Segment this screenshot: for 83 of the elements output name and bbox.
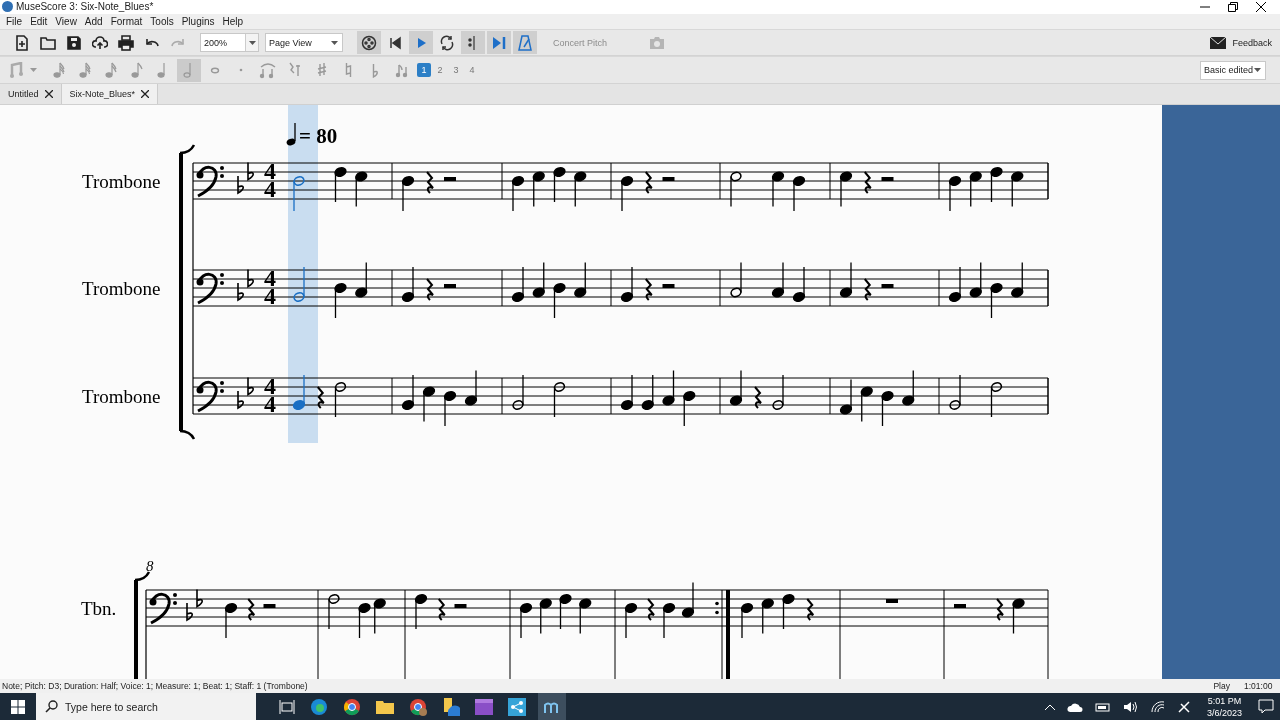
note-icon bbox=[130, 61, 144, 80]
tab-label[interactable]: Untitled bbox=[8, 88, 39, 99]
clock-time[interactable]: 5:01 PM bbox=[1207, 694, 1242, 707]
status-time: 1:01:00 bbox=[1244, 680, 1274, 691]
score-tab[interactable]: Untitled bbox=[0, 84, 61, 104]
browser-icon[interactable] bbox=[310, 697, 328, 716]
loop-icon bbox=[439, 34, 455, 51]
feedback-button[interactable]: Feedback bbox=[1232, 37, 1272, 48]
instrument-name: Trombone bbox=[82, 277, 161, 299]
save-icon bbox=[66, 34, 82, 51]
menu-item[interactable]: Format bbox=[110, 15, 143, 27]
natural-icon bbox=[345, 62, 352, 79]
share-app-icon[interactable] bbox=[508, 697, 526, 716]
menu-item[interactable]: View bbox=[55, 15, 77, 27]
menu-item[interactable]: Help bbox=[222, 15, 244, 27]
rewind-icon bbox=[387, 34, 403, 51]
mixer-button[interactable] bbox=[357, 31, 381, 55]
task-view-icon[interactable] bbox=[279, 699, 295, 714]
menu-item[interactable]: File bbox=[6, 15, 23, 27]
tempo-note-icon bbox=[286, 121, 296, 145]
tab-label[interactable]: Six-Note_Blues* bbox=[69, 88, 136, 99]
speaker-icon[interactable] bbox=[1122, 700, 1139, 713]
browser-icon[interactable] bbox=[409, 697, 427, 716]
print-icon bbox=[118, 34, 134, 51]
repeats-icon bbox=[491, 34, 507, 51]
caret-icon bbox=[331, 40, 338, 45]
view-mode-combo[interactable]: Page View bbox=[265, 33, 343, 53]
notification-icon[interactable] bbox=[1258, 699, 1274, 714]
clock-date[interactable]: 3/6/2023 bbox=[1206, 706, 1242, 719]
upload-icon bbox=[92, 34, 108, 51]
close-icon[interactable] bbox=[44, 89, 53, 98]
note-icon bbox=[104, 61, 118, 80]
new-icon bbox=[14, 34, 30, 51]
score-tab[interactable]: Six-Note_Blues* bbox=[60, 84, 159, 104]
instrument-name: Tbn. bbox=[81, 597, 117, 619]
pan-button[interactable] bbox=[461, 31, 485, 55]
voice-button[interactable]: 3 bbox=[449, 63, 463, 78]
folder-icon[interactable] bbox=[376, 699, 394, 714]
taskbar-search-field[interactable]: Type here to search bbox=[36, 693, 256, 720]
play-button[interactable] bbox=[409, 31, 433, 55]
wifi-icon[interactable] bbox=[1150, 700, 1165, 713]
browser-icon[interactable] bbox=[343, 697, 361, 716]
menu-item[interactable]: Edit bbox=[30, 15, 48, 27]
status-mode: Play bbox=[1213, 680, 1230, 691]
app-logo-icon bbox=[2, 1, 13, 13]
menu-item[interactable]: Add bbox=[84, 15, 103, 27]
search-icon bbox=[45, 700, 58, 713]
measure-number: 8 bbox=[146, 557, 154, 574]
window-title: MuseScore 3: Six-Note_Blues* bbox=[16, 1, 154, 13]
metronome-button[interactable] bbox=[513, 31, 537, 55]
repeats-button[interactable] bbox=[487, 31, 511, 55]
note-icon bbox=[78, 61, 92, 80]
document-icon[interactable] bbox=[442, 697, 460, 716]
metronome-icon bbox=[517, 34, 533, 51]
tie-icon bbox=[258, 61, 277, 80]
instrument-name: Trombone bbox=[82, 170, 161, 192]
caret-icon bbox=[248, 40, 256, 45]
chevron-up-icon[interactable] bbox=[1044, 703, 1055, 710]
close-icon[interactable] bbox=[141, 89, 150, 98]
open-icon bbox=[40, 34, 56, 51]
voice-button[interactable]: 2 bbox=[433, 63, 447, 78]
clapperboard-icon[interactable] bbox=[475, 698, 493, 715]
mixer-icon bbox=[361, 34, 377, 51]
envelope-icon[interactable] bbox=[1210, 36, 1227, 49]
battery-icon[interactable] bbox=[1094, 701, 1111, 712]
instrument-name: Trombone bbox=[82, 385, 161, 407]
menu-item[interactable]: Plugins bbox=[181, 15, 215, 27]
cloud-icon[interactable] bbox=[1066, 701, 1083, 712]
workspace-combo[interactable]: Basic edited bbox=[1200, 60, 1266, 80]
zoom-combo[interactable]: 200% bbox=[200, 33, 259, 53]
voice-button[interactable]: 4 bbox=[465, 63, 479, 78]
tempo-marking: = 80 bbox=[299, 123, 338, 148]
note-input-icon[interactable] bbox=[10, 62, 24, 79]
close-icon[interactable] bbox=[1256, 1, 1266, 12]
restore-icon[interactable] bbox=[1228, 1, 1238, 12]
voice-button[interactable]: 1 bbox=[417, 63, 431, 78]
note-icon bbox=[52, 61, 66, 80]
caret-icon bbox=[1254, 68, 1261, 73]
flat-icon bbox=[372, 62, 379, 78]
start-icon[interactable] bbox=[11, 699, 25, 714]
note-icon bbox=[210, 66, 220, 74]
menu-item[interactable]: Tools bbox=[150, 15, 174, 27]
status-text: Note; Pitch: D3; Duration: Half; Voice: 1; Measure: 1; Beat: 1; Staff: 1 (Trombone) bbox=[2, 680, 308, 691]
